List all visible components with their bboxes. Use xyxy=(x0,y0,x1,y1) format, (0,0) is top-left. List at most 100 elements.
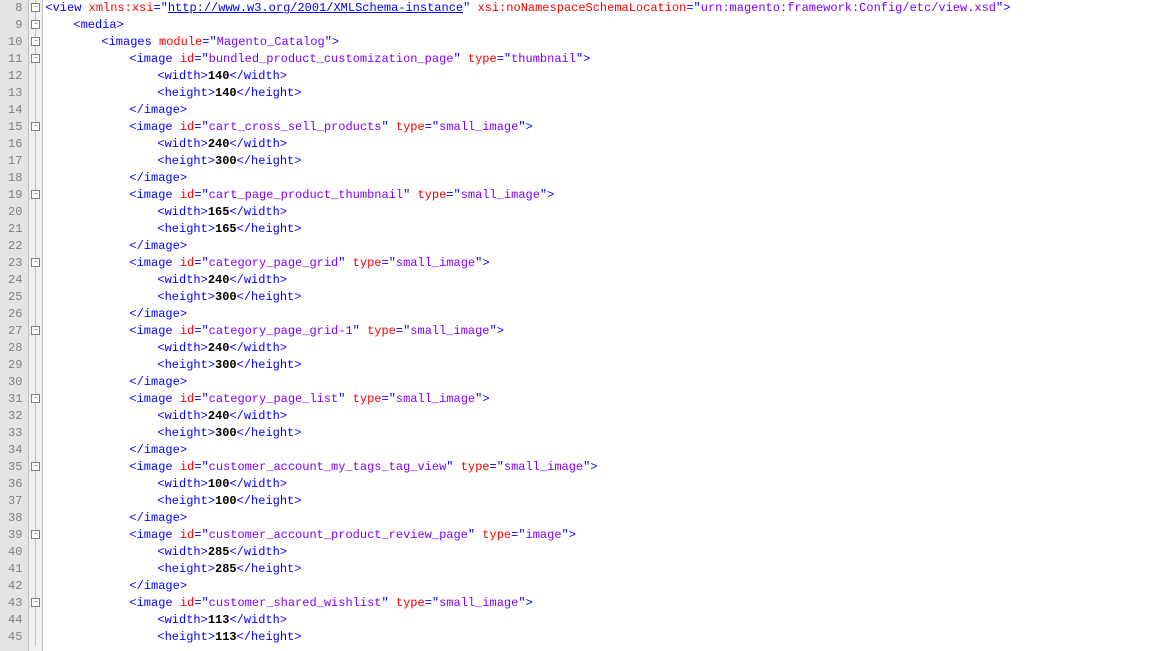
fold-toggle-icon[interactable]: - xyxy=(29,527,42,544)
fold-toggle-icon[interactable]: - xyxy=(29,0,42,17)
fold-toggle-icon[interactable]: - xyxy=(29,34,42,51)
line-number: 43 xyxy=(8,595,22,612)
fold-guide xyxy=(29,578,42,595)
code-line[interactable]: <height>300</height> xyxy=(45,289,1155,306)
fold-toggle-icon[interactable]: - xyxy=(29,459,42,476)
code-line[interactable]: <height>165</height> xyxy=(45,221,1155,238)
line-number: 29 xyxy=(8,357,22,374)
fold-guide xyxy=(29,612,42,629)
line-number: 31 xyxy=(8,391,22,408)
line-number-gutter: 8910111213141516171819202122232425262728… xyxy=(0,0,29,651)
fold-guide xyxy=(29,561,42,578)
code-line[interactable]: </image> xyxy=(45,102,1155,119)
fold-gutter[interactable]: ------------ xyxy=(29,0,43,651)
code-line[interactable]: <image id="customer_account_product_revi… xyxy=(45,527,1155,544)
code-line[interactable]: </image> xyxy=(45,374,1155,391)
fold-guide xyxy=(29,408,42,425)
code-line[interactable]: <image id="category_page_grid-1" type="s… xyxy=(45,323,1155,340)
fold-toggle-icon[interactable]: - xyxy=(29,391,42,408)
fold-guide xyxy=(29,136,42,153)
fold-toggle-icon[interactable]: - xyxy=(29,595,42,612)
code-line[interactable]: <width>100</width> xyxy=(45,476,1155,493)
line-number: 41 xyxy=(8,561,22,578)
line-number: 34 xyxy=(8,442,22,459)
code-line[interactable]: <image id="cart_cross_sell_products" typ… xyxy=(45,119,1155,136)
line-number: 27 xyxy=(8,323,22,340)
code-line[interactable]: <view xmlns:xsi="http://www.w3.org/2001/… xyxy=(45,0,1155,17)
code-line[interactable]: <image id="customer_shared_wishlist" typ… xyxy=(45,595,1155,612)
line-number: 32 xyxy=(8,408,22,425)
code-line[interactable]: <height>113</height> xyxy=(45,629,1155,646)
line-number: 8 xyxy=(8,0,22,17)
line-number: 28 xyxy=(8,340,22,357)
code-line[interactable]: </image> xyxy=(45,306,1155,323)
fold-guide xyxy=(29,306,42,323)
fold-guide xyxy=(29,204,42,221)
code-line[interactable]: <height>300</height> xyxy=(45,425,1155,442)
code-line[interactable]: <image id="cart_page_product_thumbnail" … xyxy=(45,187,1155,204)
line-number: 38 xyxy=(8,510,22,527)
line-number: 14 xyxy=(8,102,22,119)
code-area[interactable]: <view xmlns:xsi="http://www.w3.org/2001/… xyxy=(43,0,1155,651)
fold-toggle-icon[interactable]: - xyxy=(29,323,42,340)
fold-guide xyxy=(29,272,42,289)
line-number: 15 xyxy=(8,119,22,136)
line-number: 44 xyxy=(8,612,22,629)
line-number: 11 xyxy=(8,51,22,68)
fold-guide xyxy=(29,153,42,170)
code-line[interactable]: <image id="category_page_grid" type="sma… xyxy=(45,255,1155,272)
line-number: 17 xyxy=(8,153,22,170)
code-line[interactable]: </image> xyxy=(45,442,1155,459)
code-line[interactable]: <width>285</width> xyxy=(45,544,1155,561)
code-line[interactable]: </image> xyxy=(45,170,1155,187)
fold-toggle-icon[interactable]: - xyxy=(29,255,42,272)
line-number: 33 xyxy=(8,425,22,442)
code-line[interactable]: <width>140</width> xyxy=(45,68,1155,85)
code-line[interactable]: </image> xyxy=(45,510,1155,527)
code-line[interactable]: <media> xyxy=(45,17,1155,34)
fold-guide xyxy=(29,289,42,306)
code-line[interactable]: <width>240</width> xyxy=(45,340,1155,357)
code-line[interactable]: <height>285</height> xyxy=(45,561,1155,578)
fold-toggle-icon[interactable]: - xyxy=(29,187,42,204)
fold-toggle-icon[interactable]: - xyxy=(29,17,42,34)
line-number: 26 xyxy=(8,306,22,323)
line-number: 42 xyxy=(8,578,22,595)
code-line[interactable]: <image id="customer_account_my_tags_tag_… xyxy=(45,459,1155,476)
fold-guide xyxy=(29,442,42,459)
code-line[interactable]: <height>300</height> xyxy=(45,357,1155,374)
fold-guide xyxy=(29,340,42,357)
code-line[interactable]: <image id="bundled_product_customization… xyxy=(45,51,1155,68)
code-line[interactable]: <width>240</width> xyxy=(45,136,1155,153)
code-editor: 8910111213141516171819202122232425262728… xyxy=(0,0,1155,651)
code-line[interactable]: </image> xyxy=(45,578,1155,595)
code-line[interactable]: <height>300</height> xyxy=(45,153,1155,170)
code-line[interactable]: <width>113</width> xyxy=(45,612,1155,629)
line-number: 16 xyxy=(8,136,22,153)
code-line[interactable]: <width>240</width> xyxy=(45,272,1155,289)
line-number: 22 xyxy=(8,238,22,255)
line-number: 45 xyxy=(8,629,22,646)
fold-guide xyxy=(29,510,42,527)
line-number: 9 xyxy=(8,17,22,34)
code-line[interactable]: <height>100</height> xyxy=(45,493,1155,510)
line-number: 39 xyxy=(8,527,22,544)
code-line[interactable]: </image> xyxy=(45,238,1155,255)
fold-guide xyxy=(29,221,42,238)
fold-guide xyxy=(29,544,42,561)
fold-guide xyxy=(29,476,42,493)
line-number: 40 xyxy=(8,544,22,561)
code-line[interactable]: <width>165</width> xyxy=(45,204,1155,221)
line-number: 24 xyxy=(8,272,22,289)
line-number: 25 xyxy=(8,289,22,306)
fold-toggle-icon[interactable]: - xyxy=(29,51,42,68)
code-line[interactable]: <height>140</height> xyxy=(45,85,1155,102)
fold-toggle-icon[interactable]: - xyxy=(29,119,42,136)
code-line[interactable]: <width>240</width> xyxy=(45,408,1155,425)
code-line[interactable]: <images module="Magento_Catalog"> xyxy=(45,34,1155,51)
line-number: 23 xyxy=(8,255,22,272)
line-number: 18 xyxy=(8,170,22,187)
code-line[interactable]: <image id="category_page_list" type="sma… xyxy=(45,391,1155,408)
line-number: 12 xyxy=(8,68,22,85)
fold-guide xyxy=(29,374,42,391)
